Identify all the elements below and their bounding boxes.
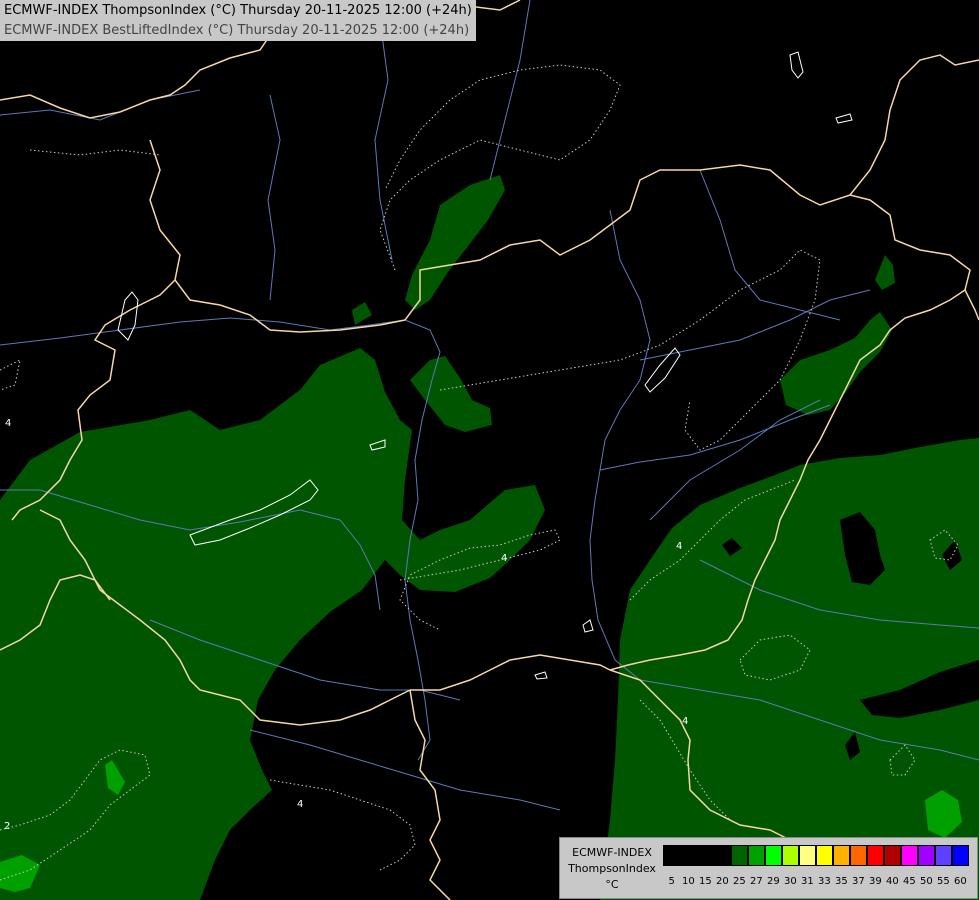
contour-label: 2 bbox=[4, 821, 10, 832]
legend-swatch bbox=[680, 845, 697, 866]
legend-swatch bbox=[697, 845, 714, 866]
contour-label: 4 bbox=[676, 541, 682, 552]
contour-label: 4 bbox=[501, 553, 507, 564]
weather-map: 4 4 4 4 4 2 bbox=[0, 0, 979, 900]
legend-swatch bbox=[884, 845, 901, 866]
legend-tick-label: 27 bbox=[750, 876, 763, 887]
contour-label: 4 bbox=[5, 418, 11, 429]
legend-swatch bbox=[799, 845, 816, 866]
legend-swatch bbox=[782, 845, 799, 866]
legend-tick-label: 15 bbox=[699, 876, 712, 887]
legend-swatch bbox=[935, 845, 952, 866]
legend-tick-label: 55 bbox=[937, 876, 950, 887]
legend-tick-label: 25 bbox=[733, 876, 746, 887]
legend-swatch bbox=[867, 845, 884, 866]
legend-tick-label: 10 bbox=[682, 876, 695, 887]
map-title-box: ECMWF-INDEX ThompsonIndex (°C) Thursday … bbox=[0, 0, 476, 41]
legend-swatch bbox=[901, 845, 918, 866]
legend-tick-label: 50 bbox=[920, 876, 933, 887]
legend-parameter: ThompsonIndex bbox=[568, 862, 656, 875]
legend-swatch bbox=[731, 845, 748, 866]
legend-swatch bbox=[918, 845, 935, 866]
legend-swatch bbox=[833, 845, 850, 866]
map-title-primary: ECMWF-INDEX ThompsonIndex (°C) Thursday … bbox=[4, 3, 472, 18]
color-legend: ECMWF-INDEX ThompsonIndex °C 5 10 15 20 25 27… bbox=[559, 837, 978, 899]
legend-tick-label: 39 bbox=[869, 876, 882, 887]
legend-tick-label: 33 bbox=[818, 876, 831, 887]
legend-swatch bbox=[765, 845, 782, 866]
legend-tick-label: 40 bbox=[886, 876, 899, 887]
legend-unit: °C bbox=[605, 878, 619, 891]
legend-swatch bbox=[816, 845, 833, 866]
legend-tick-label: 35 bbox=[835, 876, 848, 887]
legend-tick-label: 31 bbox=[801, 876, 814, 887]
legend-tick-label: 29 bbox=[767, 876, 780, 887]
legend-swatch bbox=[952, 845, 969, 866]
contour-label: 4 bbox=[297, 799, 303, 810]
legend-swatch bbox=[714, 845, 731, 866]
legend-model: ECMWF-INDEX bbox=[572, 846, 652, 859]
legend-tick-label: 20 bbox=[716, 876, 729, 887]
contour-label: 4 bbox=[682, 716, 688, 727]
legend-tick-label: 37 bbox=[852, 876, 865, 887]
legend-swatch bbox=[663, 845, 680, 866]
map-title-secondary: ECMWF-INDEX BestLiftedIndex (°C) Thursda… bbox=[4, 23, 470, 38]
legend-tick-label: 45 bbox=[903, 876, 916, 887]
legend-tick-label: 60 bbox=[954, 876, 967, 887]
legend-tick-label: 30 bbox=[784, 876, 797, 887]
legend-swatch bbox=[850, 845, 867, 866]
legend-swatch bbox=[748, 845, 765, 866]
legend-tick-label: 5 bbox=[668, 876, 675, 887]
